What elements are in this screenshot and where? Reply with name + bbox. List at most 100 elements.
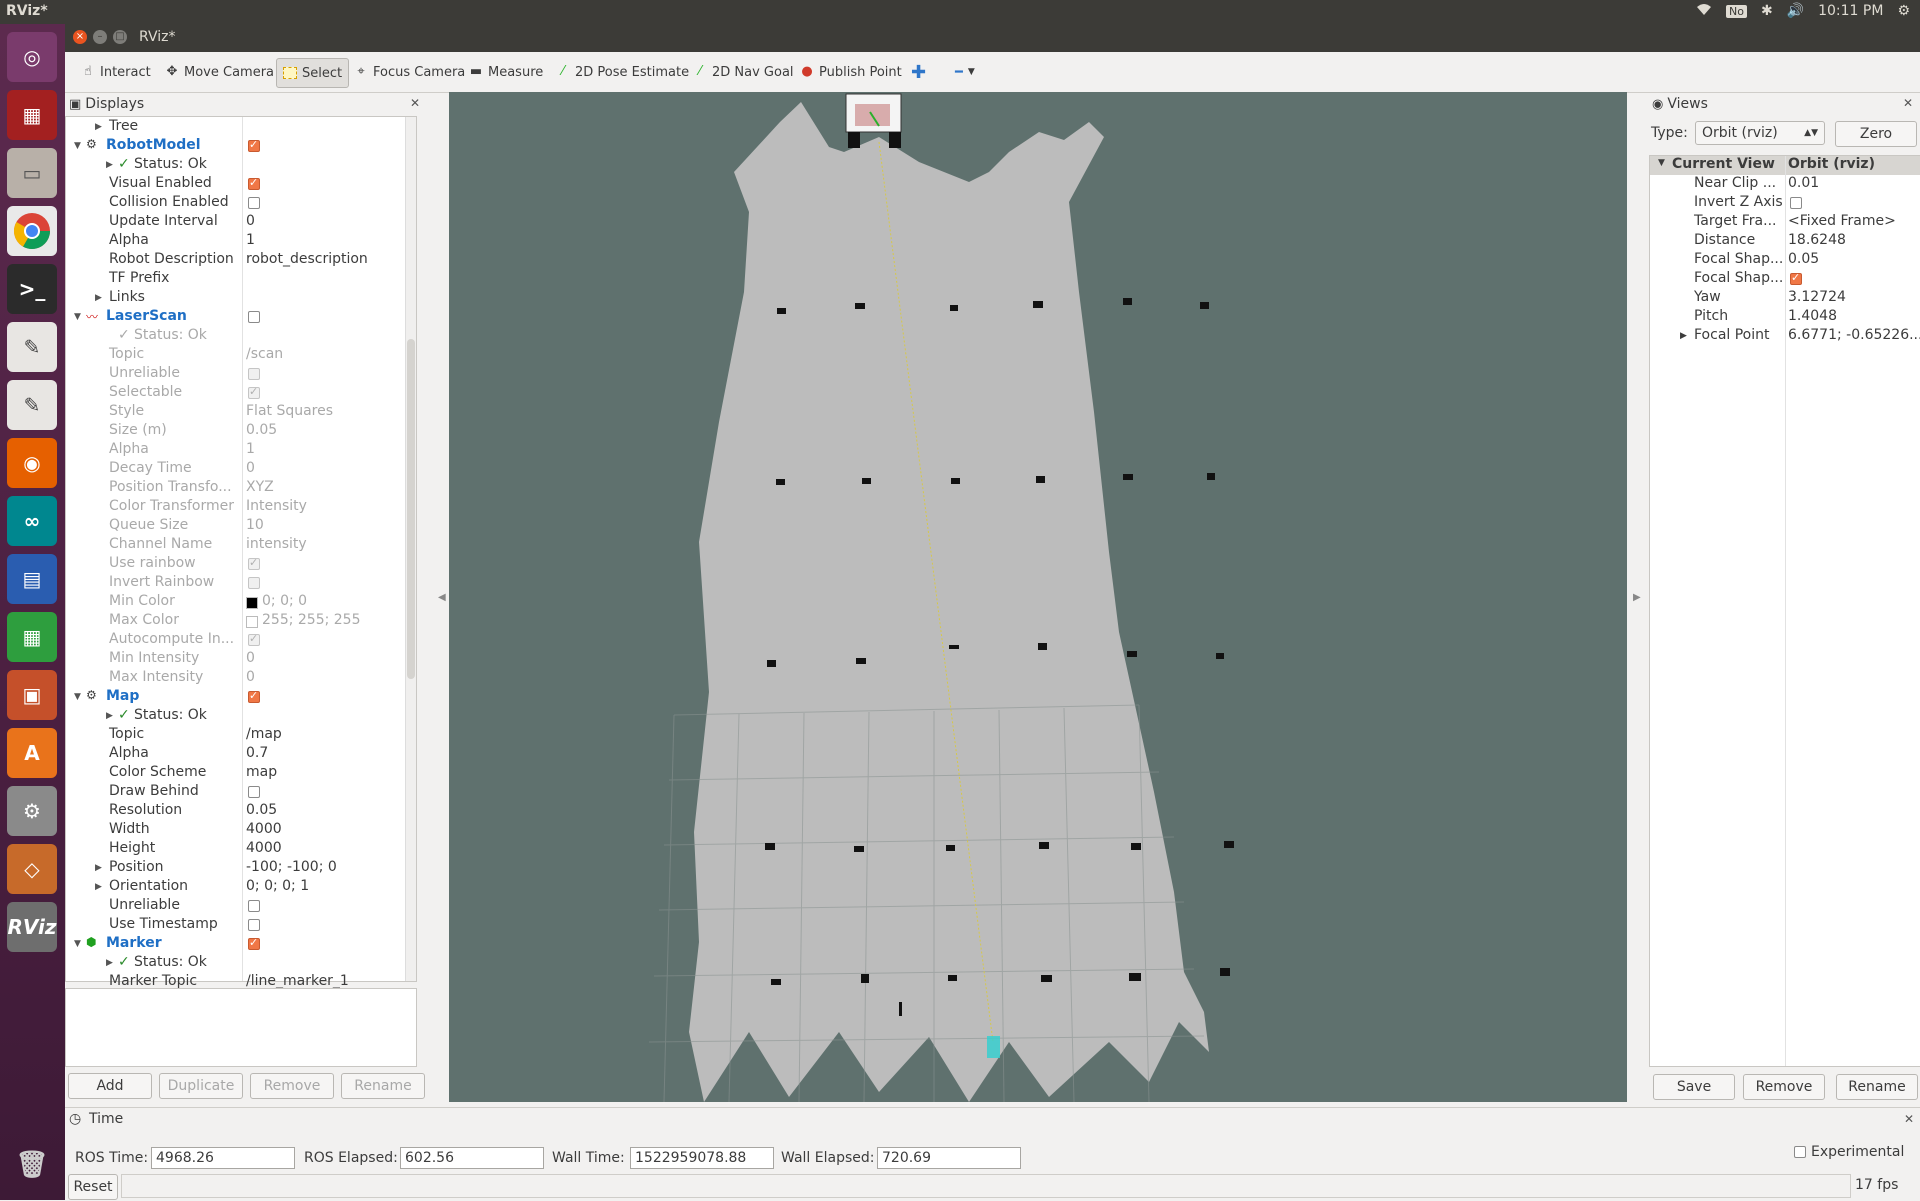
view-property-value[interactable]: 1.4048 — [1788, 308, 1837, 324]
display-property-value[interactable]: map — [246, 764, 277, 780]
scrollbar-thumb[interactable] — [407, 339, 415, 679]
remove-view-button[interactable]: Remove — [1743, 1074, 1825, 1100]
focus-camera-tool[interactable]: ⌖ Focus Camera — [348, 58, 471, 86]
right-splitter-arrow-icon[interactable]: ▶ — [1633, 592, 1641, 603]
display-property-value[interactable]: 0.05 — [246, 422, 277, 438]
display-row[interactable]: Alpha 1 — [66, 232, 416, 251]
move-camera-tool[interactable]: ✥ Move Camera — [159, 58, 280, 86]
rviz-icon[interactable]: RViz — [7, 902, 57, 952]
display-property-value[interactable]: 0; 0; 0; 1 — [246, 878, 309, 894]
impress-icon[interactable]: ▣ — [7, 670, 57, 720]
display-property-value[interactable]: 0 — [246, 460, 255, 476]
property-checkbox[interactable] — [248, 632, 260, 646]
wall-elapsed-field[interactable]: 720.69 — [877, 1147, 1021, 1169]
display-row[interactable]: Height 4000 — [66, 840, 416, 859]
display-property-value[interactable]: 0; 0; 0 — [262, 593, 307, 609]
expand-down-icon[interactable]: ▼ — [74, 141, 81, 151]
expand-down-icon[interactable]: ▼ — [74, 692, 81, 702]
trash-icon[interactable]: 🗑 — [7, 1140, 57, 1190]
expand-right-icon[interactable]: ▶ — [95, 122, 102, 132]
left-splitter-arrow-icon[interactable]: ◀ — [438, 592, 446, 603]
display-row[interactable]: Color Transformer Intensity — [66, 498, 416, 517]
display-row[interactable]: ▼ 〰 LaserScan — [66, 308, 416, 327]
text-editor-2-icon[interactable]: ✎ — [7, 380, 57, 430]
duplicate-display-button[interactable]: Duplicate — [159, 1073, 243, 1099]
display-row[interactable]: Channel Name intensity — [66, 536, 416, 555]
keyboard-indicator[interactable]: No — [1725, 4, 1747, 18]
display-row[interactable]: Alpha 0.7 — [66, 745, 416, 764]
property-checkbox[interactable] — [248, 556, 260, 570]
display-property-value[interactable]: -100; -100; 0 — [246, 859, 337, 875]
display-property-value[interactable]: 4000 — [246, 840, 282, 856]
views-type-select[interactable]: Orbit (rviz) ▲▼ — [1695, 121, 1825, 145]
view-property-row[interactable]: Pitch 1.4048 — [1650, 308, 1920, 327]
display-property-value[interactable]: 1 — [246, 232, 255, 248]
property-checkbox[interactable] — [248, 385, 260, 399]
save-view-button[interactable]: Save — [1653, 1074, 1735, 1100]
display-property-value[interactable]: 4000 — [246, 821, 282, 837]
view-property-value[interactable]: <Fixed Frame> — [1788, 213, 1896, 229]
nav-goal-tool[interactable]: ⁄ 2D Nav Goal — [687, 58, 800, 86]
ros-elapsed-field[interactable]: 602.56 — [400, 1147, 544, 1169]
displays-close-icon[interactable]: ✕ — [410, 96, 420, 110]
expand-down-icon[interactable]: ▼ — [74, 312, 81, 322]
display-row[interactable]: Queue Size 10 — [66, 517, 416, 536]
display-row[interactable]: Draw Behind — [66, 783, 416, 802]
display-row[interactable]: Use rainbow — [66, 555, 416, 574]
display-row[interactable]: ▶ Position -100; -100; 0 — [66, 859, 416, 878]
display-property-value[interactable]: 0 — [246, 213, 255, 229]
view-property-row[interactable]: Target Fra... <Fixed Frame> — [1650, 213, 1920, 232]
expand-right-icon[interactable]: ▶ — [106, 958, 113, 968]
display-row[interactable]: Robot Description robot_description — [66, 251, 416, 270]
view-property-value[interactable]: 18.6248 — [1788, 232, 1846, 248]
measure-tool[interactable]: ▬ Measure — [463, 58, 549, 86]
display-property-value[interactable]: /line_marker_1 — [246, 973, 349, 989]
display-property-value[interactable]: 1 — [246, 441, 255, 457]
wall-time-field[interactable]: 1522959078.88 — [630, 1147, 774, 1169]
time-close-icon[interactable]: ✕ — [1904, 1112, 1914, 1126]
expand-down-icon[interactable]: ▼ — [1658, 158, 1665, 168]
target-marker[interactable] — [987, 1036, 1000, 1058]
display-row[interactable]: ▼ ⚙ Map — [66, 688, 416, 707]
display-row[interactable]: Size (m) 0.05 — [66, 422, 416, 441]
display-property-value[interactable]: XYZ — [246, 479, 274, 495]
view-property-row[interactable]: Focal Shap... — [1650, 270, 1920, 289]
reset-button[interactable]: Reset — [68, 1174, 118, 1200]
remove-tool-button[interactable]: ━ ▼ — [949, 58, 981, 86]
view-property-value[interactable]: 3.12724 — [1788, 289, 1846, 305]
display-row[interactable]: ▶ Tree — [66, 118, 416, 137]
property-checkbox[interactable] — [248, 197, 260, 209]
system-settings-icon[interactable]: ⚙ — [7, 786, 57, 836]
display-row[interactable]: Use Timestamp — [66, 916, 416, 935]
maximize-icon[interactable]: □ — [113, 30, 127, 44]
display-row[interactable]: Position Transfo... XYZ — [66, 479, 416, 498]
property-checkbox[interactable] — [248, 176, 260, 190]
expand-right-icon[interactable]: ▶ — [106, 160, 113, 170]
display-row[interactable]: Topic/map — [66, 726, 416, 745]
display-row[interactable]: ▶ Links — [66, 289, 416, 308]
display-property-value[interactable]: intensity — [246, 536, 307, 552]
writer-icon[interactable]: ▤ — [7, 554, 57, 604]
view-property-value[interactable]: 6.6771; -0.65226... — [1788, 327, 1920, 343]
expand-right-icon[interactable]: ▶ — [1680, 331, 1687, 341]
expand-right-icon[interactable]: ▶ — [106, 711, 113, 721]
display-row[interactable]: Topic/scan — [66, 346, 416, 365]
expand-down-icon[interactable]: ▼ — [74, 939, 81, 949]
property-checkbox[interactable] — [248, 138, 260, 152]
render-viewport[interactable] — [449, 92, 1627, 1102]
display-row[interactable]: Min Intensity 0 — [66, 650, 416, 669]
expand-right-icon[interactable]: ▶ — [95, 882, 102, 892]
property-checkbox[interactable] — [248, 577, 260, 589]
display-row[interactable]: ▶ ✓ Status: Ok — [66, 707, 416, 726]
terminal-icon[interactable]: >_ — [7, 264, 57, 314]
views-tree[interactable]: ▼ Current View Orbit (rviz) Near Clip ..… — [1649, 155, 1920, 1100]
remove-display-button[interactable]: Remove — [250, 1073, 334, 1099]
view-property-row[interactable]: Invert Z Axis — [1650, 194, 1920, 213]
displays-tree[interactable]: ▶Tree▼⚙RobotModel▶✓Status: OkVisual Enab… — [65, 116, 417, 989]
display-row[interactable]: Resolution 0.05 — [66, 802, 416, 821]
property-checkbox[interactable] — [248, 919, 260, 931]
software-center-icon[interactable]: A — [7, 728, 57, 778]
zero-button[interactable]: Zero — [1835, 121, 1917, 147]
display-property-value[interactable]: 10 — [246, 517, 264, 533]
display-row[interactable]: Min Color 0; 0; 0 — [66, 593, 416, 612]
